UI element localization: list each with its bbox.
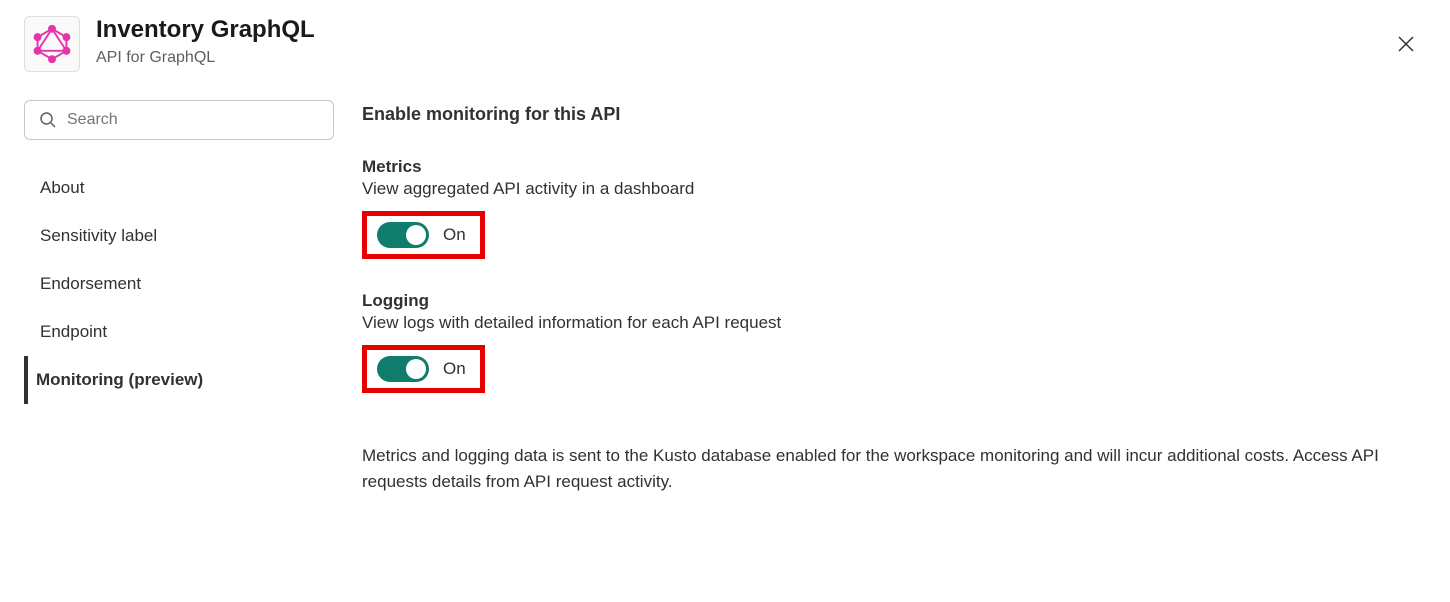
metrics-toggle[interactable] [377, 222, 429, 248]
metrics-title: Metrics [362, 157, 1412, 177]
close-icon [1397, 35, 1415, 53]
search-input-wrapper[interactable] [24, 100, 334, 140]
sidebar-item-monitoring[interactable]: Monitoring (preview) [24, 356, 334, 404]
metrics-toggle-highlight: On [362, 211, 485, 259]
logging-description: View logs with detailed information for … [362, 313, 1412, 333]
toggle-knob [406, 359, 426, 379]
page-title: Inventory GraphQL [96, 16, 1426, 45]
logging-title: Logging [362, 291, 1412, 311]
metrics-toggle-label: On [443, 225, 466, 245]
sidebar-item-sensitivity-label[interactable]: Sensitivity label [24, 212, 334, 260]
search-icon [39, 111, 57, 129]
footer-note: Metrics and logging data is sent to the … [362, 443, 1412, 494]
close-button[interactable] [1390, 28, 1422, 60]
sidebar-item-endpoint[interactable]: Endpoint [24, 308, 334, 356]
logging-toggle-highlight: On [362, 345, 485, 393]
page-subtitle: API for GraphQL [96, 49, 1426, 67]
toggle-knob [406, 225, 426, 245]
metrics-description: View aggregated API activity in a dashbo… [362, 179, 1412, 199]
logging-toggle[interactable] [377, 356, 429, 382]
main-heading: Enable monitoring for this API [362, 104, 1412, 125]
sidebar-item-about[interactable]: About [24, 164, 334, 212]
logging-toggle-label: On [443, 359, 466, 379]
graphql-icon [24, 16, 80, 72]
sidebar-item-endorsement[interactable]: Endorsement [24, 260, 334, 308]
sidebar: About Sensitivity label Endorsement Endp… [24, 100, 334, 494]
main-content: Enable monitoring for this API Metrics V… [362, 100, 1412, 494]
search-input[interactable] [67, 111, 319, 129]
panel-header: Inventory GraphQL API for GraphQL [24, 16, 1426, 72]
